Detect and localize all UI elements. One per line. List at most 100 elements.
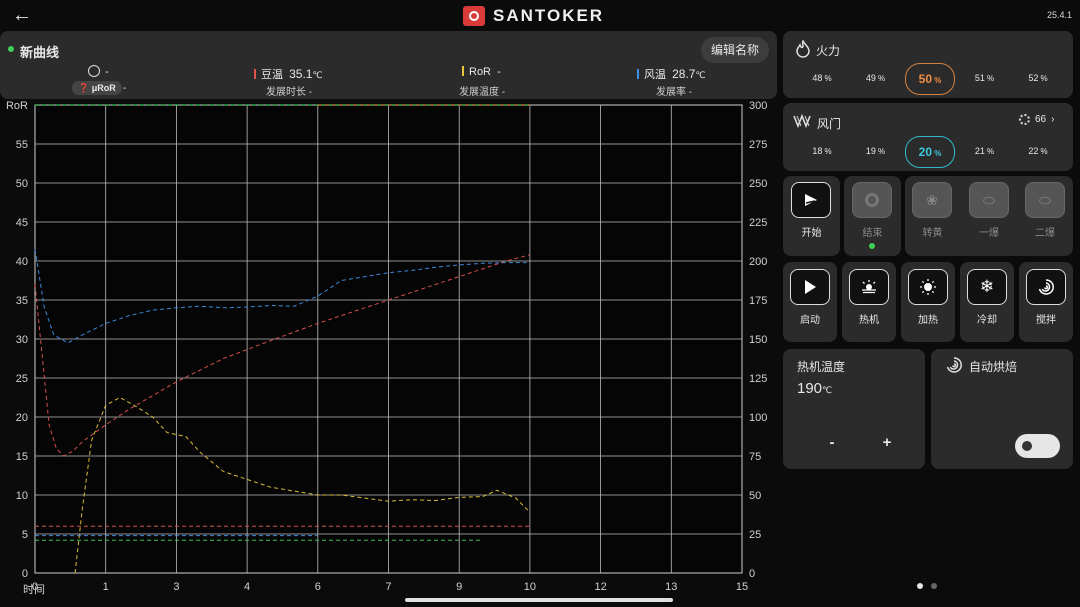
y-left-tick-label: 0 <box>22 568 28 580</box>
fan-speed[interactable]: 66 › <box>1019 114 1054 125</box>
fire-title: 火力 <box>816 44 841 58</box>
second-crack-label: 二爆 <box>1035 228 1055 239</box>
y-right-tick-label: 250 <box>749 178 767 190</box>
y-left-tick-label: 25 <box>16 373 28 385</box>
y-left-tick-label: 35 <box>16 295 28 307</box>
y-left-axis-label: RoR <box>6 100 28 112</box>
start-icon <box>791 182 831 218</box>
home-indicator[interactable] <box>405 598 673 602</box>
y-left-tick-label: 10 <box>16 490 28 502</box>
y-right-tick-label: 25 <box>749 529 761 541</box>
auto-roast-icon <box>945 356 963 379</box>
damper-option-19[interactable]: 19 % <box>852 136 900 166</box>
yellow-label: 转黄 <box>922 228 943 239</box>
x-tick-label: 4 <box>244 581 250 593</box>
y-right-tick-label: 125 <box>749 373 767 385</box>
toggle-knob <box>1022 441 1032 451</box>
damper-option-20[interactable]: 20 % <box>905 136 955 168</box>
y-right-tick-label: 0 <box>749 568 755 580</box>
fire-option-51[interactable]: 51 % <box>961 63 1009 93</box>
end-status-dot <box>869 243 875 249</box>
stir-label: 搅拌 <box>1036 315 1056 326</box>
y-left-tick-label: 30 <box>16 334 28 346</box>
air-temp-stat: 风温 28.7℃ <box>637 66 706 82</box>
timer-stat: - <box>88 65 109 78</box>
y-left-tick-label: 20 <box>16 412 28 424</box>
fire-option-48[interactable]: 48 % <box>798 63 846 93</box>
minus-button[interactable]: - <box>822 434 842 451</box>
x-tick-label: 6 <box>315 581 321 593</box>
x-tick-label: 10 <box>524 581 536 593</box>
ror-stat: RoR - <box>462 66 501 78</box>
damper-option-21[interactable]: 21 % <box>961 136 1009 166</box>
dev-time-stat: 发展时长 - <box>266 87 313 98</box>
y-left-tick-label: 50 <box>16 178 28 190</box>
preheat-icon <box>849 269 889 305</box>
y-right-tick-label: 300 <box>749 100 767 112</box>
second-crack-icon[interactable]: ⬭ <box>1025 182 1065 218</box>
fire-option-52[interactable]: 52 % <box>1014 63 1062 93</box>
auto-roast-toggle[interactable] <box>1015 434 1060 458</box>
x-tick-label: 15 <box>736 581 748 593</box>
dev-rate-stat: 发展率 - <box>656 87 693 98</box>
x-tick-label: 7 <box>385 581 391 593</box>
mror-value: - <box>123 83 127 94</box>
app-version: 25.4.1 <box>1046 10 1072 20</box>
fan-logo-icon <box>463 6 485 26</box>
end-label: 结束 <box>862 228 883 239</box>
launch-label: 启动 <box>800 315 820 326</box>
clock-icon <box>88 65 100 77</box>
y-left-tick-label: 15 <box>16 451 28 463</box>
y-left-tick-label: 5 <box>22 529 28 541</box>
fan-icon <box>1019 114 1030 125</box>
chevron-right-icon: › <box>1051 114 1055 125</box>
y-right-tick-label: 175 <box>749 295 767 307</box>
y-left-tick-label: 55 <box>16 139 28 151</box>
dev-temp-stat: 发展温度 - <box>459 87 506 98</box>
preheat-label: 热机 <box>859 315 879 326</box>
x-tick-label: 12 <box>594 581 606 593</box>
brand-logo: SANTOKER <box>463 5 604 27</box>
y-right-tick-label: 200 <box>749 256 767 268</box>
page-dot-active[interactable] <box>917 583 923 589</box>
x-tick-label: 13 <box>665 581 677 593</box>
x-tick-label: 3 <box>173 581 179 593</box>
snowflake-icon: ❄ <box>967 269 1007 305</box>
y-right-tick-label: 100 <box>749 412 767 424</box>
yellow-icon[interactable]: ❀ <box>912 182 952 218</box>
edit-name-button[interactable]: 编辑名称 <box>701 37 769 63</box>
air-color-bar <box>637 69 639 79</box>
flame-icon <box>795 39 811 62</box>
curve-name: 新曲线 <box>20 45 60 60</box>
fire-options: 48 % 49 % 50 % 51 % 52 % <box>798 63 1062 95</box>
roast-curve-chart[interactable]: 0 5 10 15 20 25 30 35 40 45 50 55 RoR 0 25 50 75 100 125 15… <box>0 100 778 600</box>
mror-badge[interactable]: ❓ μRoR <box>72 81 122 95</box>
preheat-temp-title: 热机温度 <box>797 360 846 374</box>
bean-color-bar <box>254 69 256 79</box>
y-right-tick-label: 50 <box>749 490 761 502</box>
damper-title: 风门 <box>817 117 842 131</box>
y-right-tick-label: 150 <box>749 334 767 346</box>
sun-icon <box>908 269 948 305</box>
auto-roast-title: 自动烘焙 <box>969 360 1018 374</box>
damper-option-18[interactable]: 18 % <box>798 136 846 166</box>
fire-option-50[interactable]: 50 % <box>905 63 955 95</box>
y-right-tick-label: 75 <box>749 451 761 463</box>
plus-button[interactable]: + <box>877 434 897 451</box>
play-icon <box>790 269 830 305</box>
y-left-tick-label: 40 <box>16 256 28 268</box>
y-right-tick-label: 275 <box>749 139 767 151</box>
x-tick-label: 1 <box>103 581 109 593</box>
first-crack-label: 一爆 <box>979 228 999 239</box>
brand-name: SANTOKER <box>493 6 605 25</box>
wind-icon <box>793 113 813 133</box>
fire-option-49[interactable]: 49 % <box>852 63 900 93</box>
page-dot-inactive[interactable] <box>931 583 937 589</box>
first-crack-icon[interactable]: ⬭ <box>969 182 1009 218</box>
x-tick-label: 9 <box>456 581 462 593</box>
stir-icon <box>1026 269 1066 305</box>
back-arrow-icon[interactable]: ← <box>12 4 36 26</box>
damper-option-22[interactable]: 22 % <box>1014 136 1062 166</box>
status-dot <box>8 46 14 52</box>
x-axis-label: 时间 <box>23 583 45 596</box>
